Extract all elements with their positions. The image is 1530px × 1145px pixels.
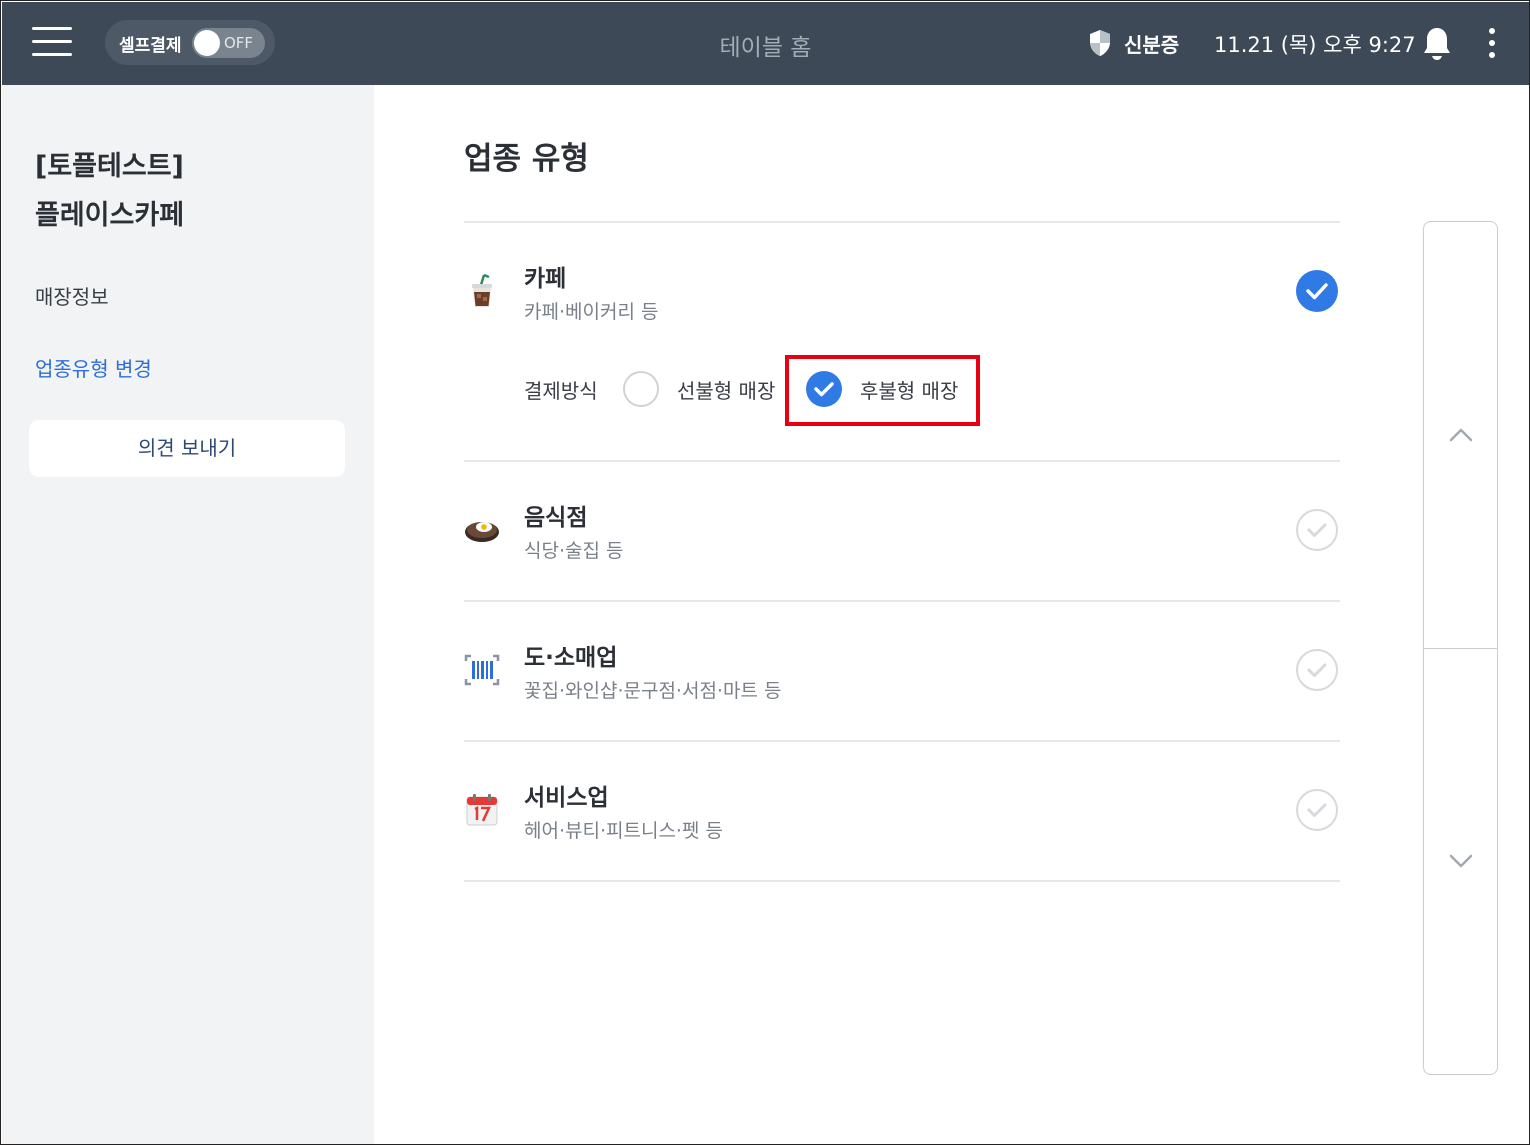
barcode-icon (464, 654, 500, 686)
bell-icon[interactable] (1421, 26, 1453, 62)
unselected-check-icon[interactable] (1296, 789, 1338, 831)
store-name-line1: [토플테스트] (35, 151, 184, 182)
business-type-title: 서비스업 (524, 785, 609, 811)
payment-method-label: 결제방식 (524, 379, 598, 403)
business-type-title: 카페 (524, 266, 567, 292)
scroll-up-button[interactable] (1424, 222, 1497, 648)
id-card-label: 신분증 (1124, 33, 1180, 57)
chevron-down-icon (1449, 854, 1473, 868)
prepay-radio[interactable] (623, 371, 659, 407)
feedback-button[interactable]: 의견 보내기 (29, 420, 345, 477)
business-type-subtitle: 식당·술집 등 (524, 540, 624, 562)
chevron-up-icon (1449, 428, 1473, 442)
business-type-restaurant[interactable]: 음식점 식당·술집 등 (464, 462, 1340, 600)
datetime: 11.21 (목) 오후 9:27 (1214, 33, 1416, 57)
business-type-service[interactable]: 서비스업 헤어·뷰티·피트니스·펫 등 (464, 742, 1340, 880)
more-options-icon[interactable] (1482, 28, 1502, 60)
selected-check-icon[interactable] (1296, 270, 1338, 312)
scroll-down-button[interactable] (1424, 649, 1497, 1074)
business-type-subtitle: 카페·베이커리 등 (524, 301, 659, 323)
unselected-check-icon[interactable] (1296, 509, 1338, 551)
business-type-subtitle: 꽃집·와인샵·문구점·서점·마트 등 (524, 680, 782, 702)
section-title: 업종 유형 (464, 141, 589, 177)
business-type-subtitle: 헤어·뷰티·피트니스·펫 등 (524, 820, 723, 842)
divider (464, 880, 1340, 882)
business-type-retail[interactable]: 도·소매업 꽃집·와인샵·문구점·서점·마트 등 (464, 602, 1340, 740)
food-plate-icon (465, 522, 499, 542)
sidebar-item-business-type[interactable]: 업종유형 변경 (35, 353, 152, 382)
prepay-label[interactable]: 선불형 매장 (677, 375, 775, 404)
sidebar: [토플테스트] 플레이스카페 매장정보 업종유형 변경 의견 보내기 (2, 85, 374, 1144)
store-name: [토플테스트] 플레이스카페 (35, 142, 184, 240)
business-type-title: 음식점 (524, 505, 588, 531)
unselected-check-icon[interactable] (1296, 649, 1338, 691)
highlight-annotation (785, 355, 980, 426)
shield-icon (1090, 30, 1110, 56)
store-name-line2: 플레이스카페 (35, 200, 185, 231)
business-type-title: 도·소매업 (524, 645, 618, 671)
page-scroller (1423, 221, 1498, 1075)
sidebar-item-store-info[interactable]: 매장정보 (35, 281, 109, 310)
top-bar: 셀프결제 OFF 테이블 홈 신분증 11.21 (목) 오후 9:27 (2, 2, 1529, 85)
calendar-icon (466, 794, 498, 826)
app-frame: 셀프결제 OFF 테이블 홈 신분증 11.21 (목) 오후 9:27 [토플… (0, 0, 1530, 1145)
iced-coffee-icon (472, 273, 492, 307)
